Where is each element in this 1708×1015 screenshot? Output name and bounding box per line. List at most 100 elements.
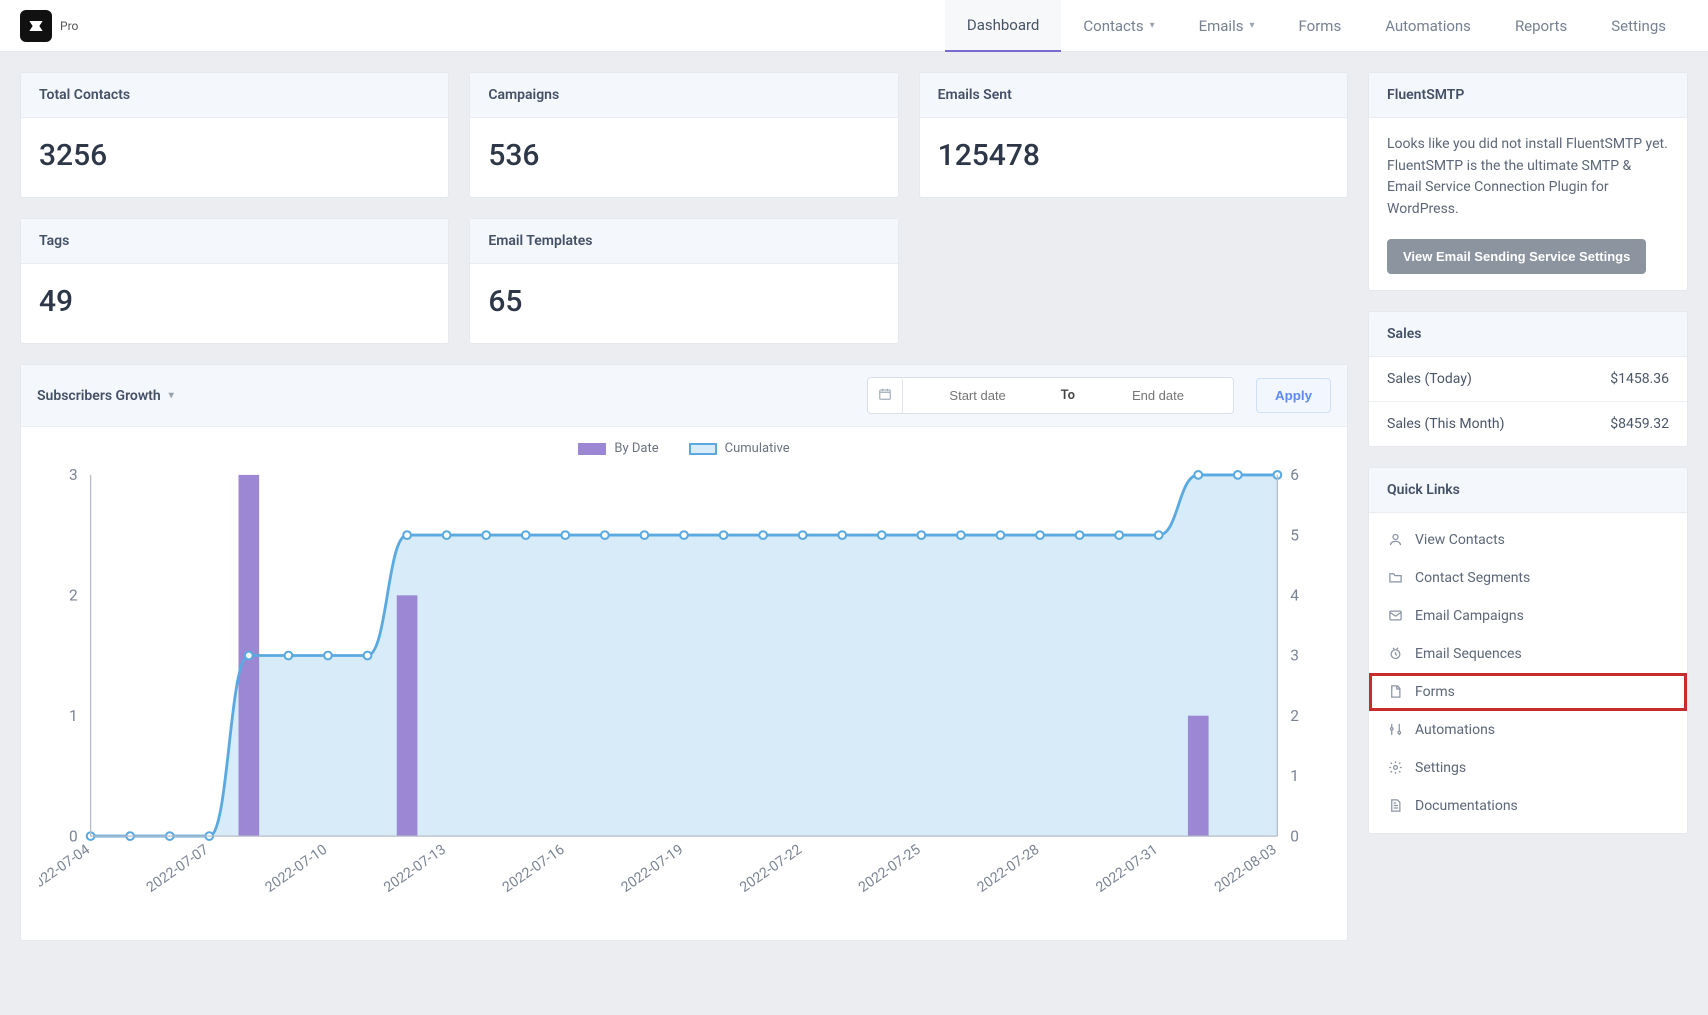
svg-text:2022-07-04: 2022-07-04 [39,842,93,896]
quicklink-label: Documentations [1415,798,1518,814]
stat-campaigns: Campaigns536 [469,72,898,198]
file-icon [1387,684,1403,700]
quicklink-settings[interactable]: Settings [1369,749,1687,787]
stat-label: Campaigns [470,73,897,118]
stats-row-1: Total Contacts3256Campaigns536Emails Sen… [20,72,1348,198]
fluentsmtp-title: FluentSMTP [1369,73,1687,118]
app-logo[interactable] [20,10,52,42]
stat-emails-sent: Emails Sent125478 [919,72,1348,198]
legend-swatch-line [689,443,717,455]
chart-title-text: Subscribers Growth [37,388,161,404]
end-date-input[interactable] [1083,378,1233,413]
filter-icon [1387,722,1403,738]
sales-label: Sales (This Month) [1387,416,1505,432]
start-date-input[interactable] [903,378,1053,413]
quicklink-label: Forms [1415,684,1455,700]
stat-label: Emails Sent [920,73,1347,118]
svg-text:2: 2 [69,586,78,604]
quicklink-email-sequences[interactable]: Email Sequences [1369,635,1687,673]
quicklink-label: Contact Segments [1415,570,1530,586]
svg-text:2022-07-19: 2022-07-19 [618,842,686,896]
sales-value: $1458.36 [1610,371,1669,387]
nav-contacts[interactable]: Contacts ▾ [1061,0,1176,52]
stat-value: 536 [470,118,897,197]
growth-chart-panel: Subscribers Growth ▾ To Apply By Date [20,364,1348,941]
chart-title-dropdown[interactable]: Subscribers Growth ▾ [37,388,174,404]
smtp-settings-button[interactable]: View Email Sending Service Settings [1387,239,1646,274]
chart-body: By Date Cumulative 012301234562022-07-04… [21,427,1347,940]
calendar-icon [868,379,903,413]
svg-text:2022-07-28: 2022-07-28 [975,842,1043,896]
svg-text:2022-07-13: 2022-07-13 [381,842,449,896]
svg-text:0: 0 [69,827,78,845]
date-to-label: To [1053,388,1083,403]
quicklink-automations[interactable]: Automations [1369,711,1687,749]
nav-label: Dashboard [967,16,1040,34]
clock-icon [1387,646,1403,662]
sales-row: Sales (This Month) $8459.32 [1369,401,1687,446]
nav-emails[interactable]: Emails ▾ [1177,0,1277,52]
stat-label: Tags [21,219,448,264]
nav-forms[interactable]: Forms [1277,0,1364,52]
stat-total-contacts: Total Contacts3256 [20,72,449,198]
nav-label: Emails [1199,17,1244,35]
chart-svg: 012301234562022-07-042022-07-072022-07-1… [39,462,1329,926]
sales-title: Sales [1369,312,1687,357]
chart-legend: By Date Cumulative [39,441,1329,456]
quicklinks-panel: Quick Links View Contacts Contact Segment… [1368,467,1688,834]
sales-label: Sales (Today) [1387,371,1472,387]
nav-dashboard[interactable]: Dashboard [945,0,1062,52]
stat-value: 65 [470,264,897,343]
sales-row: Sales (Today) $1458.36 [1369,357,1687,401]
svg-text:2022-07-31: 2022-07-31 [1093,842,1161,896]
quicklink-label: View Contacts [1415,532,1505,548]
sales-panel: Sales Sales (Today) $1458.36 Sales (This M… [1368,311,1688,447]
quicklinks-title: Quick Links [1369,468,1687,513]
nav-reports[interactable]: Reports [1493,0,1589,52]
top-bar: Pro DashboardContacts▾Emails▾FormsAutoma… [0,0,1708,52]
fluentsmtp-panel: FluentSMTP Looks like you did not instal… [1368,72,1688,291]
svg-text:3: 3 [1290,647,1299,665]
stat-label: Email Templates [470,219,897,264]
stat-tags: Tags49 [20,218,449,344]
svg-text:2022-07-10: 2022-07-10 [262,842,330,896]
nav-automations[interactable]: Automations [1363,0,1493,52]
quicklink-label: Settings [1415,760,1466,776]
sales-value: $8459.32 [1610,416,1669,432]
chevron-down-icon: ▾ [1150,20,1155,31]
svg-text:1: 1 [69,707,78,725]
nav-label: Forms [1299,17,1342,35]
stat-email-templates: Email Templates65 [469,218,898,344]
svg-text:0: 0 [1290,827,1299,845]
chevron-down-icon: ▾ [169,390,174,401]
nav-label: Contacts [1083,17,1143,35]
svg-text:3: 3 [69,466,78,484]
stat-value: 3256 [21,118,448,197]
nav-label: Automations [1385,17,1471,35]
doc-icon [1387,798,1403,814]
quicklink-forms[interactable]: Forms [1369,673,1687,711]
quicklink-documentations[interactable]: Documentations [1369,787,1687,825]
date-range-picker[interactable]: To [867,377,1234,414]
quicklink-view-contacts[interactable]: View Contacts [1369,521,1687,559]
fluentsmtp-body: Looks like you did not install FluentSMT… [1387,134,1669,221]
svg-text:2022-07-16: 2022-07-16 [500,842,568,896]
svg-text:4: 4 [1290,586,1299,604]
stats-row-2: Tags49Email Templates65 [20,218,1348,344]
quicklink-contact-segments[interactable]: Contact Segments [1369,559,1687,597]
nav-label: Settings [1611,17,1666,35]
stat-value: 49 [21,264,448,343]
main-nav: Dashboard Contacts ▾ Emails ▾ Forms Automation… [945,0,1688,52]
quicklink-label: Automations [1415,722,1495,738]
mail-icon [1387,608,1403,624]
user-icon [1387,532,1403,548]
quicklink-email-campaigns[interactable]: Email Campaigns [1369,597,1687,635]
chart-header: Subscribers Growth ▾ To Apply [21,365,1347,427]
svg-text:6: 6 [1290,466,1299,484]
nav-settings[interactable]: Settings [1589,0,1688,52]
stat-label: Total Contacts [21,73,448,118]
quicklink-label: Email Campaigns [1415,608,1524,624]
chevron-down-icon: ▾ [1249,20,1254,31]
apply-button[interactable]: Apply [1256,378,1331,413]
legend-bydate: By Date [614,441,658,456]
